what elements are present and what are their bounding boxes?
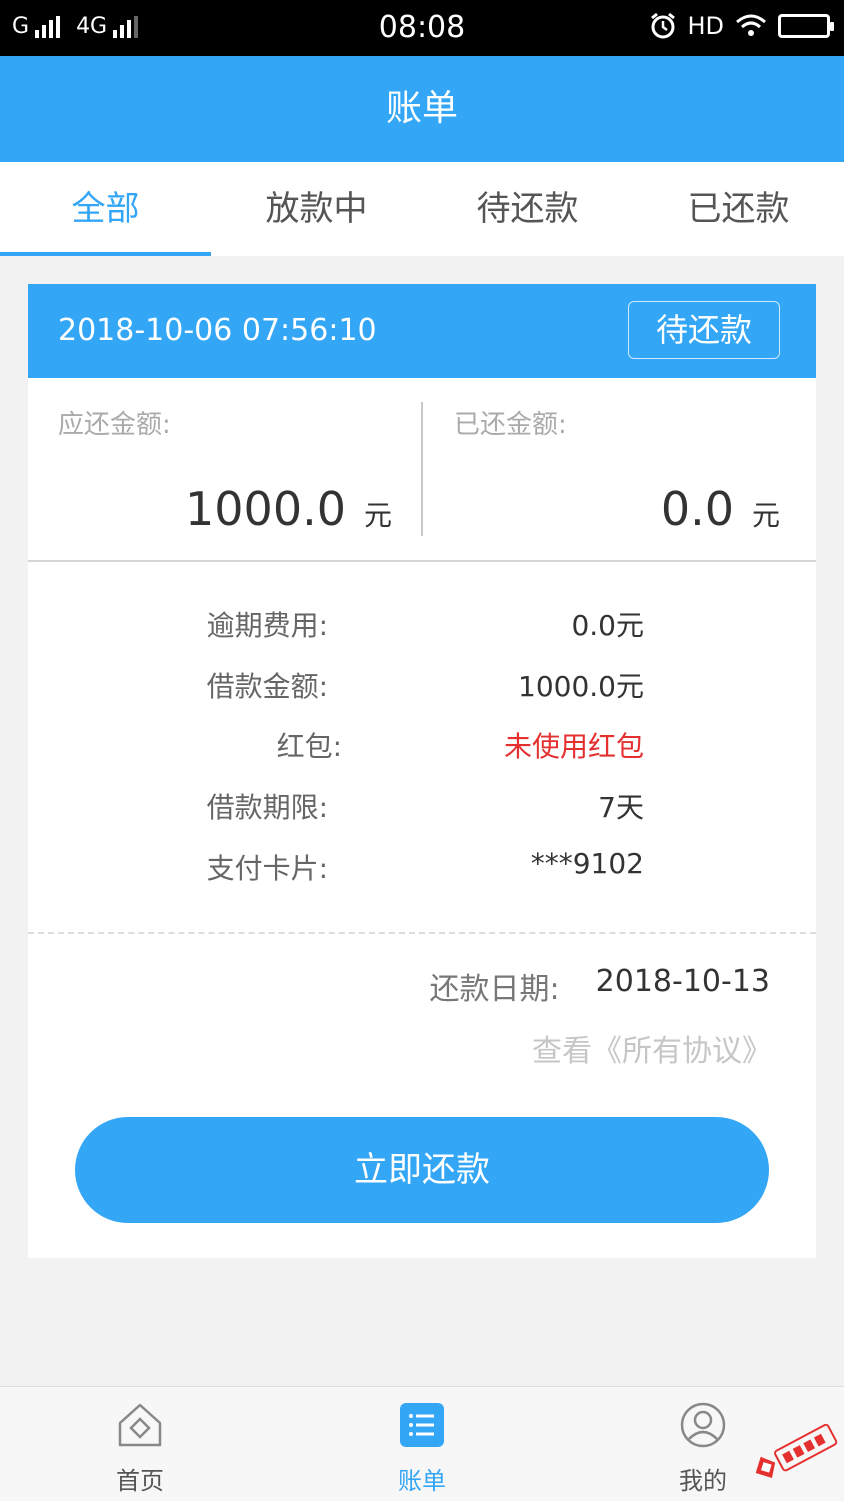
paid-amount-value: 0.0: [660, 482, 734, 536]
detail-row-loan-term: 借款期限: 7天: [28, 786, 816, 826]
bill-list-icon: [400, 1403, 444, 1447]
alarm-icon: [651, 12, 676, 39]
view-agreements-link[interactable]: 查看《所有协议》: [532, 1026, 772, 1070]
nav-label-home: 首页: [116, 1467, 164, 1495]
tab-all[interactable]: 全部: [0, 162, 211, 256]
detail-row-overdue-fee: 逾期费用: 0.0元: [28, 604, 816, 644]
detail-value: 1000.0元: [518, 670, 644, 703]
paid-amount-unit: 元: [751, 499, 780, 532]
nav-label-bill: 账单: [398, 1467, 446, 1495]
bill-details: 逾期费用: 0.0元 借款金额: 1000.0元 红包: 未使用红包 借款期限:…: [28, 562, 816, 934]
tab-disbursing[interactable]: 放款中: [211, 162, 422, 256]
paid-amount-label: 已还金额:: [454, 410, 567, 440]
bill-card-header: 2018-10-06 07:56:10 待还款: [28, 284, 816, 378]
bottom-nav: 首页 账单 我的: [0, 1386, 844, 1501]
due-amount-value: 1000.0: [185, 482, 346, 536]
hd-label: HD: [687, 12, 724, 40]
paid-amount-value-group: 0.0 元: [661, 482, 780, 536]
detail-label: 红包:: [276, 730, 342, 763]
paid-amount-section: 已还金额: 0.0 元: [422, 378, 816, 560]
detail-value: 0.0元: [571, 609, 644, 642]
repayment-info: 还款日期: 2018-10-13 查看《所有协议》: [28, 934, 816, 1106]
detail-label: 借款金额:: [206, 670, 328, 703]
bill-filter-tabs: 全部 放款中 待还款 已还款: [0, 162, 844, 256]
status-bar: G 4G 08:08 HD: [0, 0, 844, 56]
nav-item-home[interactable]: 首页: [40, 1387, 240, 1501]
tab-pending-repayment[interactable]: 待还款: [422, 162, 633, 256]
due-amount-label: 应还金额:: [58, 410, 171, 440]
repay-date-line: 还款日期: 2018-10-13: [430, 964, 770, 1008]
detail-label: 借款期限:: [206, 791, 328, 824]
wifi-icon: [736, 14, 766, 36]
repay-now-button[interactable]: 立即还款: [75, 1117, 769, 1223]
bill-datetime: 2018-10-06 07:56:10: [58, 313, 377, 348]
page-title: 账单: [0, 56, 844, 162]
home-icon: [118, 1403, 162, 1447]
battery-icon: [778, 14, 834, 38]
watermark-logo: [755, 1423, 838, 1478]
red-packet-value[interactable]: 未使用红包: [504, 725, 644, 765]
detail-row-red-packet: 红包: 未使用红包: [28, 725, 816, 765]
repay-date-value: 2018-10-13: [595, 964, 770, 999]
repay-date-label: 还款日期:: [429, 972, 560, 1007]
status-badge: 待还款: [628, 301, 780, 359]
detail-label: 逾期费用:: [206, 609, 328, 642]
bill-card: 2018-10-06 07:56:10 待还款 应还金额: 1000.0 元 已…: [28, 284, 816, 1258]
detail-value: 7天: [598, 791, 644, 824]
status-icons: HD: [649, 12, 834, 40]
due-amount-value-group: 1000.0 元: [185, 482, 392, 536]
detail-row-payment-card: 支付卡片: ***9102: [28, 847, 816, 887]
detail-label: 支付卡片:: [206, 852, 328, 885]
tab-repaid[interactable]: 已还款: [633, 162, 844, 256]
due-amount-section: 应还金额: 1000.0 元: [28, 378, 422, 560]
due-amount-unit: 元: [363, 499, 392, 532]
user-icon: [680, 1402, 726, 1448]
nav-item-bill[interactable]: 账单: [322, 1387, 522, 1501]
amount-summary: 应还金额: 1000.0 元 已还金额: 0.0 元: [28, 378, 816, 562]
detail-value: ***9102: [530, 847, 644, 880]
detail-row-loan-amount: 借款金额: 1000.0元: [28, 665, 816, 705]
